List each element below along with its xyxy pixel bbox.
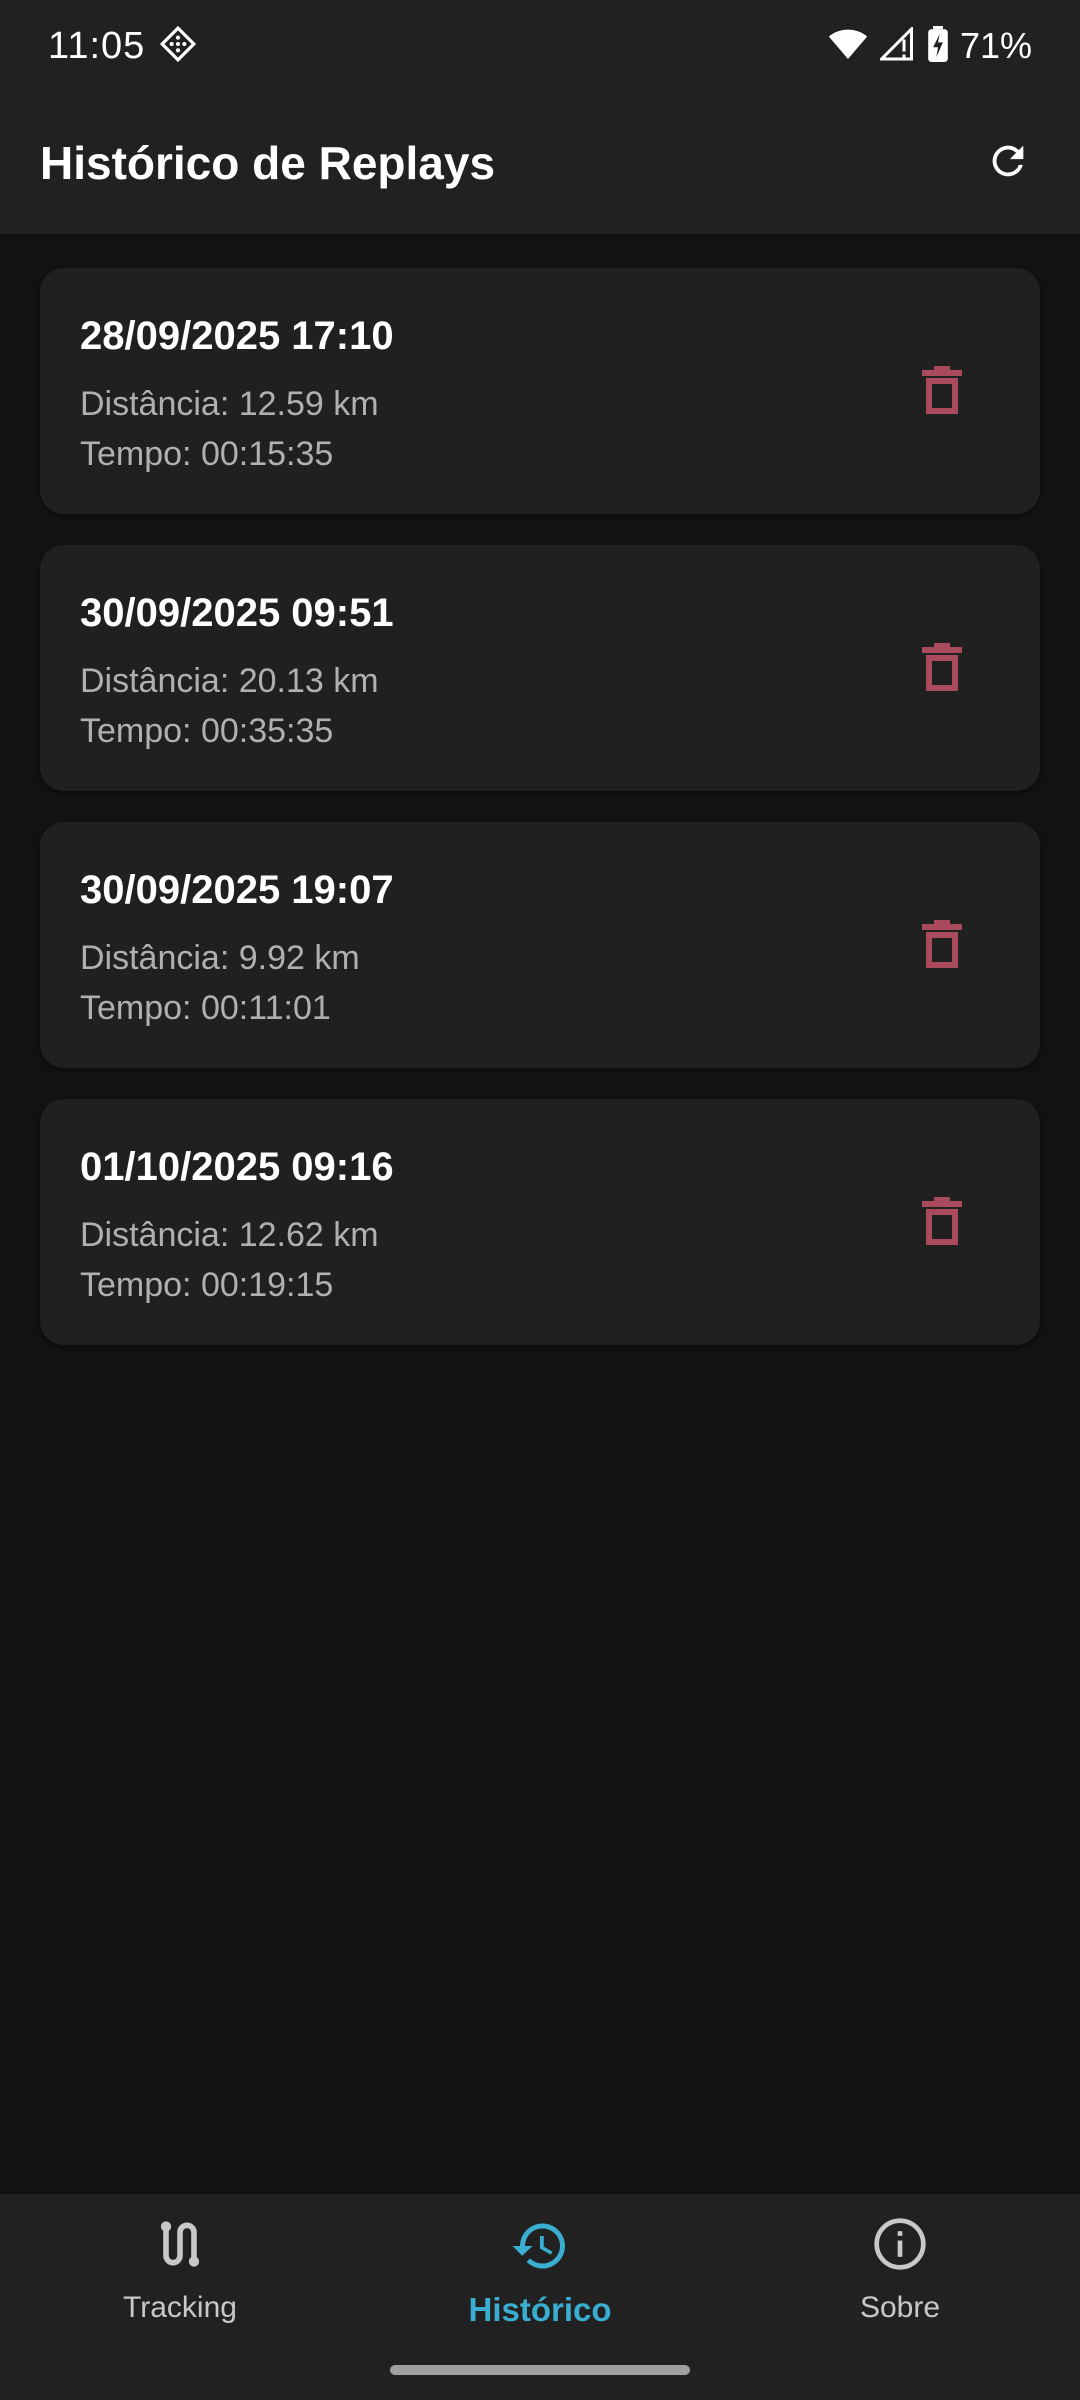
trash-icon bbox=[922, 642, 962, 696]
replay-date: 30/09/2025 09:51 bbox=[80, 591, 394, 635]
nav-label-tracking: Tracking bbox=[123, 2291, 237, 2324]
replay-distance: Distância: 12.62 km bbox=[80, 1216, 379, 1254]
replay-card[interactable]: 28/09/2025 17:10 Distância: 12.59 km Tem… bbox=[40, 268, 1040, 514]
delete-button[interactable] bbox=[914, 1195, 970, 1251]
delete-button[interactable] bbox=[914, 641, 970, 697]
app-bar: Histórico de Replays bbox=[0, 92, 1080, 234]
trash-icon bbox=[922, 1196, 962, 1250]
replay-card[interactable]: 01/10/2025 09:16 Distância: 12.62 km Tem… bbox=[40, 1099, 1040, 1345]
cell-signal-icon bbox=[877, 24, 916, 66]
status-left: 11:05 bbox=[48, 25, 197, 68]
home-indicator[interactable] bbox=[390, 2365, 690, 2375]
wifi-icon bbox=[828, 27, 868, 66]
replay-time: Tempo: 00:11:01 bbox=[80, 989, 331, 1027]
replay-distance: Distância: 20.13 km bbox=[80, 662, 379, 700]
battery-percentage: 71% bbox=[959, 25, 1032, 66]
page-title: Histórico de Replays bbox=[40, 137, 496, 189]
trash-icon bbox=[922, 365, 962, 419]
delete-button[interactable] bbox=[914, 918, 970, 974]
refresh-button[interactable] bbox=[976, 131, 1040, 195]
route-icon bbox=[152, 2216, 208, 2277]
status-time: 11:05 bbox=[48, 24, 146, 67]
replay-date: 28/09/2025 17:10 bbox=[80, 314, 394, 358]
status-right: 71% bbox=[828, 24, 1032, 67]
refresh-icon bbox=[985, 138, 1031, 189]
trash-icon bbox=[922, 919, 962, 973]
replay-date: 01/10/2025 09:16 bbox=[80, 1145, 394, 1189]
replay-time: Tempo: 00:19:15 bbox=[80, 1266, 334, 1304]
battery-charging-icon bbox=[928, 25, 948, 67]
status-bar: 11:05 71% bbox=[0, 0, 1080, 92]
nav-item-tracking[interactable]: Tracking bbox=[0, 2194, 360, 2400]
nav-label-sobre: Sobre bbox=[859, 2291, 941, 2324]
replay-time: Tempo: 00:15:35 bbox=[80, 435, 334, 473]
replay-card[interactable]: 30/09/2025 19:07 Distância: 9.92 km Temp… bbox=[40, 822, 1040, 1068]
delete-button[interactable] bbox=[914, 364, 970, 420]
app-notification-icon bbox=[159, 25, 197, 68]
replay-list: 28/09/2025 17:10 Distância: 12.59 km Tem… bbox=[40, 268, 1040, 1376]
history-icon bbox=[510, 2216, 570, 2281]
nav-item-sobre[interactable]: Sobre bbox=[720, 2194, 1080, 2400]
replay-distance: Distância: 12.59 km bbox=[80, 385, 379, 423]
replay-card[interactable]: 30/09/2025 09:51 Distância: 20.13 km Tem… bbox=[40, 545, 1040, 791]
nav-label-historico: Histórico bbox=[468, 2291, 612, 2328]
replay-time: Tempo: 00:35:35 bbox=[80, 712, 334, 750]
replay-distance: Distância: 9.92 km bbox=[80, 939, 360, 977]
info-icon bbox=[872, 2216, 928, 2277]
replay-date: 30/09/2025 19:07 bbox=[80, 868, 394, 912]
